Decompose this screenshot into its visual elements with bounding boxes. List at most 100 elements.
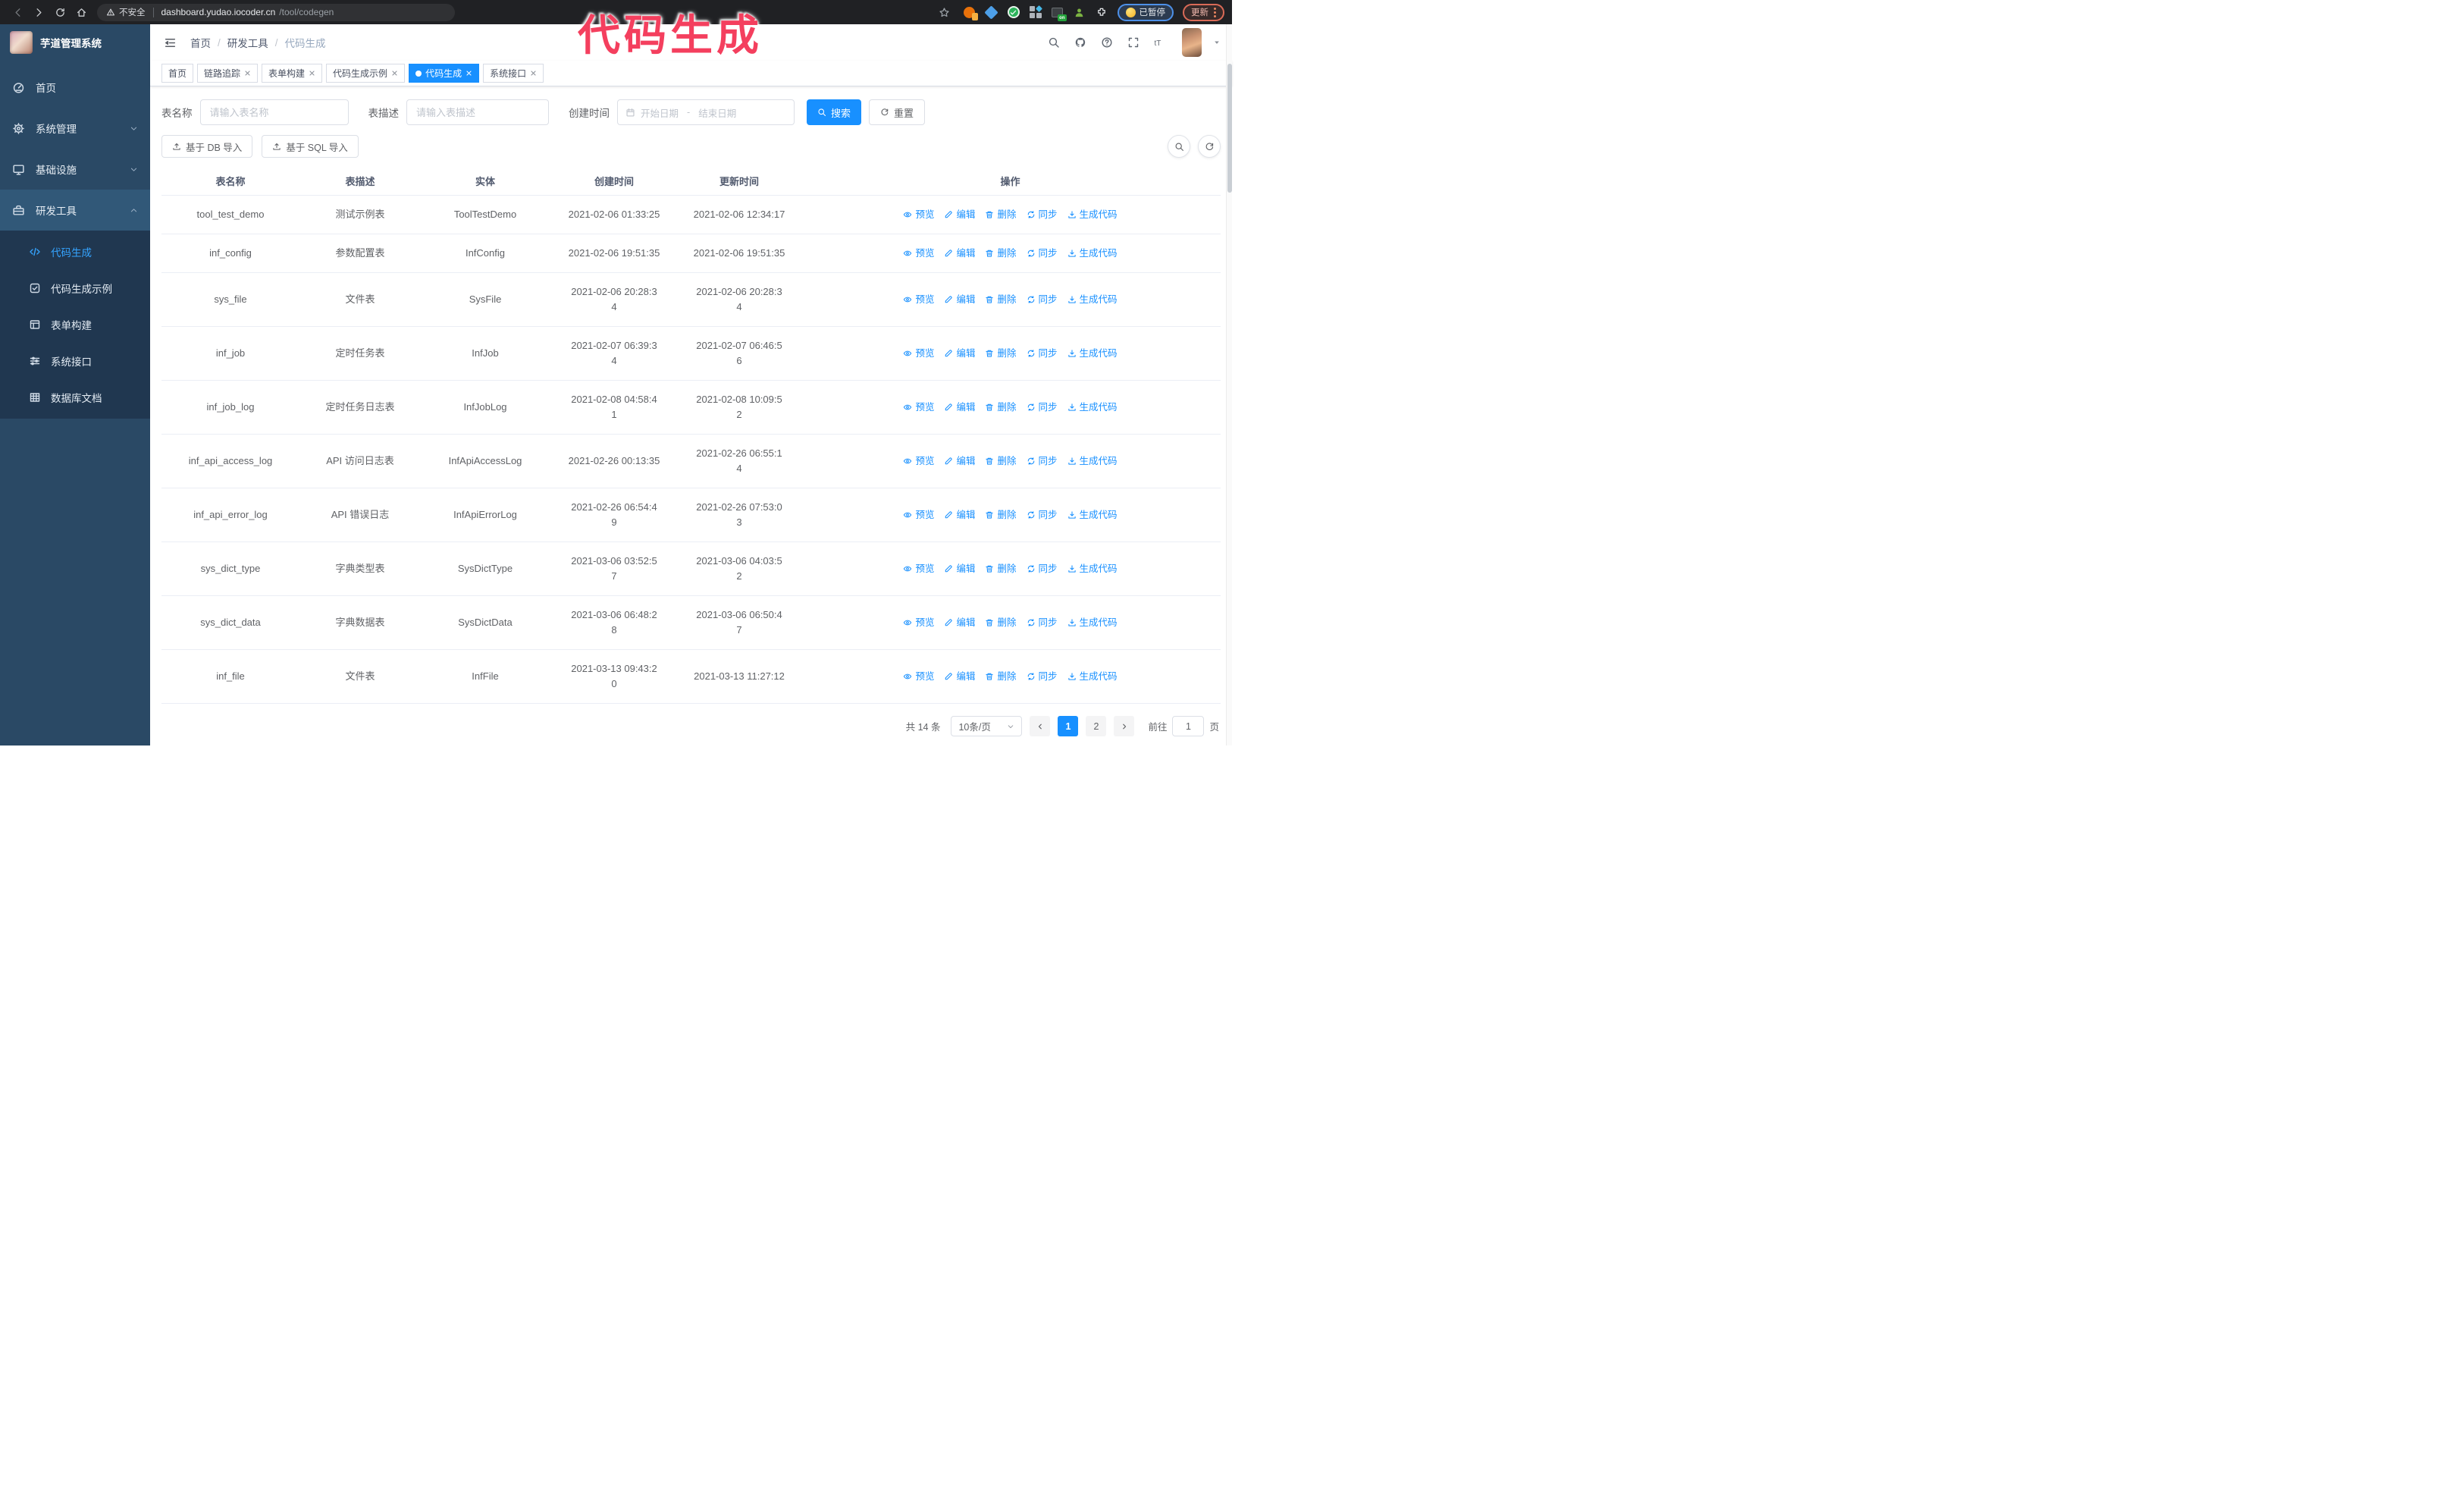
view-tab[interactable]: 代码生成示例 bbox=[326, 64, 406, 83]
sync-action[interactable]: 同步 bbox=[1027, 346, 1058, 361]
toggle-search-button[interactable] bbox=[1168, 135, 1190, 158]
reset-button[interactable]: 重置 bbox=[869, 99, 926, 125]
sync-action[interactable]: 同步 bbox=[1027, 561, 1058, 576]
generate-code-action[interactable]: 生成代码 bbox=[1067, 400, 1118, 415]
preview-action[interactable]: 预览 bbox=[903, 561, 934, 576]
browser-update-button[interactable]: 更新 bbox=[1183, 3, 1224, 21]
tab-close-icon[interactable] bbox=[309, 70, 315, 77]
preview-action[interactable]: 预览 bbox=[903, 246, 934, 261]
preview-action[interactable]: 预览 bbox=[903, 669, 934, 684]
breadcrumb-item[interactable]: 首页 bbox=[190, 35, 211, 50]
extension-person-icon[interactable] bbox=[1073, 5, 1086, 19]
delete-action[interactable]: 删除 bbox=[985, 207, 1017, 222]
extension-grid-icon[interactable] bbox=[1029, 5, 1042, 19]
edit-action[interactable]: 编辑 bbox=[944, 207, 975, 222]
browser-home-button[interactable] bbox=[71, 2, 91, 22]
delete-action[interactable]: 删除 bbox=[985, 507, 1017, 523]
view-tab[interactable]: 表单构建 bbox=[262, 64, 323, 83]
generate-code-action[interactable]: 生成代码 bbox=[1067, 454, 1118, 469]
tab-close-icon[interactable] bbox=[391, 70, 398, 77]
browser-back-button[interactable] bbox=[8, 2, 27, 22]
edit-action[interactable]: 编辑 bbox=[944, 507, 975, 523]
delete-action[interactable]: 删除 bbox=[985, 561, 1017, 576]
sidebar-submenu-item[interactable]: 数据库文档 bbox=[0, 379, 150, 416]
scrollbar-thumb[interactable] bbox=[1227, 64, 1232, 193]
delete-action[interactable]: 删除 bbox=[985, 454, 1017, 469]
edit-action[interactable]: 编辑 bbox=[944, 669, 975, 684]
breadcrumb-item[interactable]: 代码生成 bbox=[285, 35, 326, 50]
breadcrumb-item[interactable]: 研发工具 bbox=[227, 35, 268, 50]
sync-action[interactable]: 同步 bbox=[1027, 669, 1058, 684]
preview-action[interactable]: 预览 bbox=[903, 615, 934, 630]
sync-action[interactable]: 同步 bbox=[1027, 615, 1058, 630]
browser-reload-button[interactable] bbox=[50, 2, 70, 22]
sidebar-submenu-item[interactable]: 系统接口 bbox=[0, 343, 150, 379]
preview-action[interactable]: 预览 bbox=[903, 400, 934, 415]
page-size-select[interactable]: 10条/页 bbox=[951, 716, 1023, 736]
tab-close-icon[interactable] bbox=[244, 70, 251, 77]
delete-action[interactable]: 删除 bbox=[985, 669, 1017, 684]
preview-action[interactable]: 预览 bbox=[903, 507, 934, 523]
generate-code-action[interactable]: 生成代码 bbox=[1067, 346, 1118, 361]
edit-action[interactable]: 编辑 bbox=[944, 615, 975, 630]
extension-gem-icon[interactable] bbox=[984, 5, 998, 20]
generate-code-action[interactable]: 生成代码 bbox=[1067, 507, 1118, 523]
browser-forward-button[interactable] bbox=[29, 2, 49, 22]
edit-action[interactable]: 编辑 bbox=[944, 561, 975, 576]
sync-action[interactable]: 同步 bbox=[1027, 454, 1058, 469]
header-search-button[interactable] bbox=[1046, 35, 1061, 50]
preview-action[interactable]: 预览 bbox=[903, 292, 934, 307]
sync-action[interactable]: 同步 bbox=[1027, 507, 1058, 523]
user-avatar[interactable] bbox=[1182, 28, 1202, 57]
paused-badge[interactable]: 已暂停 bbox=[1117, 3, 1174, 21]
kebab-menu-icon[interactable] bbox=[1214, 7, 1216, 17]
preview-action[interactable]: 预览 bbox=[903, 207, 934, 222]
sidebar-collapse-button[interactable] bbox=[161, 34, 178, 51]
edit-action[interactable]: 编辑 bbox=[944, 246, 975, 261]
extension-orange-icon[interactable] bbox=[963, 5, 978, 20]
font-size-button[interactable]: tT bbox=[1152, 35, 1168, 50]
address-bar[interactable]: 不安全 dashboard.yudao.iocoder.cn/tool/code… bbox=[97, 3, 455, 21]
generate-code-action[interactable]: 生成代码 bbox=[1067, 615, 1118, 630]
delete-action[interactable]: 删除 bbox=[985, 246, 1017, 261]
sidebar-submenu-item[interactable]: 表单构建 bbox=[0, 306, 150, 343]
view-tab[interactable]: 首页 bbox=[161, 64, 194, 83]
extension-green-check-icon[interactable] bbox=[1007, 5, 1020, 19]
extensions-puzzle-icon[interactable] bbox=[1095, 5, 1108, 19]
tab-close-icon[interactable] bbox=[530, 70, 537, 77]
sidebar-menu-item[interactable]: 基础设施 bbox=[0, 149, 150, 190]
sidebar-menu-item[interactable]: 系统管理 bbox=[0, 108, 150, 149]
table-name-input[interactable] bbox=[199, 99, 349, 125]
sync-action[interactable]: 同步 bbox=[1027, 292, 1058, 307]
prev-page-button[interactable] bbox=[1030, 716, 1051, 736]
generate-code-action[interactable]: 生成代码 bbox=[1067, 207, 1118, 222]
app-logo-row[interactable]: 芋道管理系统 bbox=[0, 24, 150, 61]
page-scrollbar[interactable] bbox=[1226, 24, 1232, 746]
fullscreen-button[interactable] bbox=[1126, 35, 1141, 50]
page-number-button[interactable]: 2 bbox=[1086, 716, 1107, 736]
tab-close-icon[interactable] bbox=[466, 70, 472, 77]
goto-page-input[interactable] bbox=[1172, 716, 1205, 736]
sidebar-submenu-item[interactable]: 代码生成 bbox=[0, 234, 150, 270]
sidebar-menu-item[interactable]: 首页 bbox=[0, 67, 150, 108]
avatar-caret-down-icon[interactable] bbox=[1213, 39, 1221, 46]
import-from-db-button[interactable]: 基于 DB 导入 bbox=[161, 135, 253, 158]
sidebar-submenu-item[interactable]: 代码生成示例 bbox=[0, 270, 150, 306]
view-tab[interactable]: 链路追踪 bbox=[197, 64, 259, 83]
sync-action[interactable]: 同步 bbox=[1027, 207, 1058, 222]
import-from-sql-button[interactable]: 基于 SQL 导入 bbox=[262, 135, 359, 158]
view-tab[interactable]: 系统接口 bbox=[483, 64, 544, 83]
create-time-range-picker[interactable]: 开始日期 - 结束日期 bbox=[617, 99, 795, 125]
delete-action[interactable]: 删除 bbox=[985, 400, 1017, 415]
github-link[interactable] bbox=[1073, 35, 1088, 50]
generate-code-action[interactable]: 生成代码 bbox=[1067, 561, 1118, 576]
delete-action[interactable]: 删除 bbox=[985, 615, 1017, 630]
table-desc-input[interactable] bbox=[406, 99, 549, 125]
search-button[interactable]: 搜索 bbox=[807, 99, 862, 125]
sync-action[interactable]: 同步 bbox=[1027, 246, 1058, 261]
preview-action[interactable]: 预览 bbox=[903, 454, 934, 469]
generate-code-action[interactable]: 生成代码 bbox=[1067, 246, 1118, 261]
sidebar-menu-item[interactable]: 研发工具 bbox=[0, 190, 150, 231]
help-button[interactable] bbox=[1099, 35, 1114, 50]
edit-action[interactable]: 编辑 bbox=[944, 292, 975, 307]
